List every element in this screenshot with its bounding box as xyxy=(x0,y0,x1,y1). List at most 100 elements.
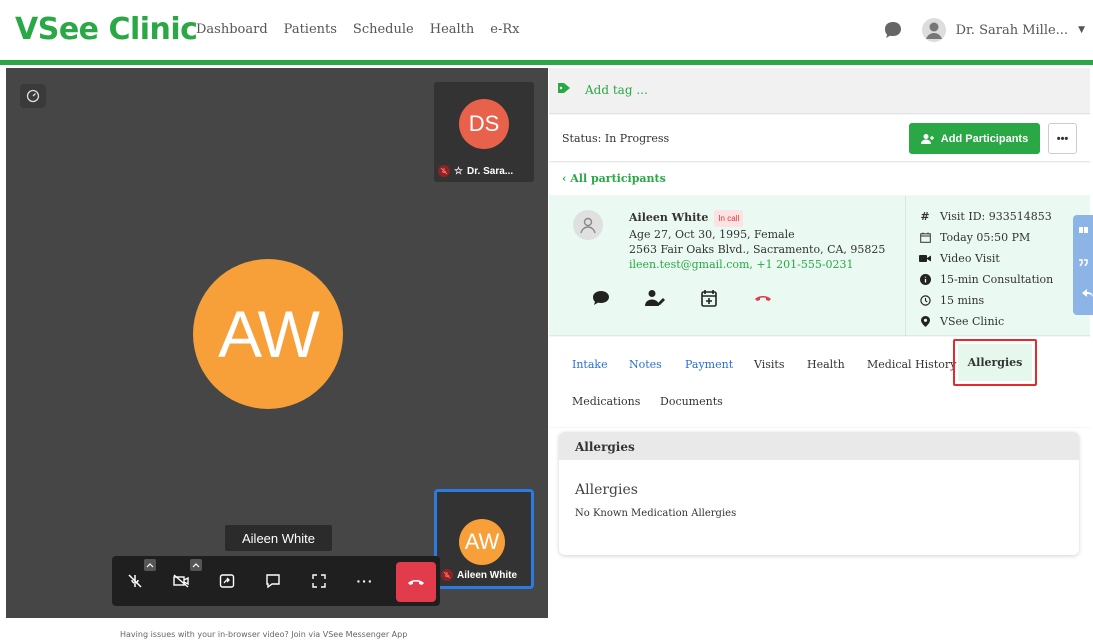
patient-card: Aileen White In call Age 27, Oct 30, 1995… xyxy=(549,196,1090,336)
nav-health[interactable]: Health xyxy=(430,22,475,37)
call-controls: ··· xyxy=(112,556,440,606)
visit-consult: 15-min Consultation xyxy=(940,273,1054,286)
patient-contact[interactable]: ileen.test@gmail.com, +1 201-555-0231 xyxy=(629,257,885,272)
book-icon xyxy=(1079,227,1088,233)
end-call-button[interactable] xyxy=(396,562,436,602)
participant-tooltip: Aileen White xyxy=(225,525,332,551)
reply-icon xyxy=(1082,289,1093,297)
video-camera-icon xyxy=(919,254,931,263)
patient-avatar-icon xyxy=(573,210,603,240)
more-options-button[interactable]: ··· xyxy=(342,556,388,606)
mic-muted-icon xyxy=(438,165,450,177)
participant-tile-doctor[interactable]: DS ☆ Dr. Sara... xyxy=(434,82,534,182)
tag-icon xyxy=(557,82,571,94)
floating-side-toolbar[interactable] xyxy=(1073,215,1093,315)
mic-muted-icon xyxy=(441,569,453,581)
star-icon[interactable]: ☆ xyxy=(454,166,463,177)
visit-type: Video Visit xyxy=(940,252,1000,265)
message-patient-icon[interactable] xyxy=(589,286,613,310)
tab-visits[interactable]: Visits xyxy=(754,358,785,371)
tab-documents[interactable]: Documents xyxy=(660,395,723,408)
user-name[interactable]: Dr. Sarah Mille... xyxy=(956,23,1068,38)
network-speed-icon[interactable] xyxy=(20,84,46,108)
doctor-tile-name: Dr. Sara... xyxy=(466,165,514,177)
mute-mic-button[interactable] xyxy=(112,556,158,606)
patient-tile-label: Aileen White xyxy=(441,567,517,583)
nav-dashboard[interactable]: Dashboard xyxy=(196,22,268,37)
participant-tile-patient[interactable]: AW Aileen White xyxy=(434,489,534,589)
camera-off-icon xyxy=(173,574,189,588)
browser-video-help-text[interactable]: Having issues with your in-browser video… xyxy=(120,630,407,639)
visit-time: Today 05:50 PM xyxy=(940,231,1031,244)
ellipsis-icon: ··· xyxy=(356,573,374,589)
doctor-avatar: DS xyxy=(459,99,509,149)
caret-down-icon[interactable]: ▼ xyxy=(1078,25,1085,35)
video-area: DS ☆ Dr. Sara... AW Aileen White AW Aile… xyxy=(6,68,548,618)
tab-allergies-label: Allergies xyxy=(958,344,1032,381)
screen-share-icon xyxy=(219,574,235,588)
allergies-card-header: Allergies xyxy=(559,432,1079,460)
location-pin-icon xyxy=(919,316,931,327)
tab-notes[interactable]: Notes xyxy=(629,358,662,371)
calendar-add-icon[interactable] xyxy=(697,286,721,310)
mic-off-icon xyxy=(128,574,142,588)
main-participant-avatar: AW xyxy=(193,259,343,409)
more-actions-button[interactable]: ••• xyxy=(1048,123,1077,154)
visit-clinic: VSee Clinic xyxy=(940,315,1005,328)
patient-actions xyxy=(589,286,775,310)
tab-intake[interactable]: Intake xyxy=(572,358,608,371)
patient-address: 2563 Fair Oaks Blvd., Sacramento, CA, 95… xyxy=(629,243,886,256)
end-patient-call-icon[interactable] xyxy=(751,286,775,310)
fullscreen-icon xyxy=(312,574,326,588)
allergies-section: Allergies Allergies No Known Medication … xyxy=(549,428,1090,644)
tag-bar: Add tag ... xyxy=(549,68,1090,114)
user-area: Dr. Sarah Mille... ▼ xyxy=(882,18,1085,42)
allergies-card-text: No Known Medication Allergies xyxy=(575,508,737,519)
visit-panel: Add tag ... Status: In Progress Add Part… xyxy=(549,68,1090,644)
share-screen-button[interactable] xyxy=(204,556,250,606)
app-logo[interactable]: VSee Clinic xyxy=(15,12,198,47)
tab-payment[interactable]: Payment xyxy=(685,358,733,371)
add-tag-link[interactable]: Add tag ... xyxy=(585,83,648,97)
allergies-card-title: Allergies xyxy=(575,482,638,498)
chat-icon[interactable] xyxy=(882,19,904,41)
patient-age-line: Age 27, Oct 30, 1995, Female xyxy=(629,228,795,241)
add-participants-label: Add Participants xyxy=(940,132,1029,145)
tab-medical-history[interactable]: Medical History xyxy=(867,358,956,371)
add-user-icon xyxy=(920,133,934,144)
nav-patients[interactable]: Patients xyxy=(284,22,337,37)
clock-icon xyxy=(919,295,931,306)
brand-divider xyxy=(0,60,1093,65)
chat-bubble-icon xyxy=(266,574,280,589)
quote-icon xyxy=(1079,259,1088,267)
patient-name[interactable]: Aileen White xyxy=(629,211,708,224)
add-participants-button[interactable]: Add Participants xyxy=(909,123,1040,154)
user-avatar-icon[interactable] xyxy=(921,18,946,42)
patient-visit-divider xyxy=(905,196,906,336)
patient-info: Aileen White In call Age 27, Oct 30, 1995… xyxy=(629,210,885,272)
chat-button[interactable] xyxy=(250,556,296,606)
nav-erx[interactable]: e-Rx xyxy=(490,22,519,37)
main-nav: Dashboard Patients Schedule Health e-Rx xyxy=(196,22,536,37)
allergies-card: Allergies Allergies No Known Medication … xyxy=(559,432,1079,555)
fullscreen-button[interactable] xyxy=(296,556,342,606)
all-participants-link[interactable]: ‹ All participants xyxy=(562,172,666,185)
camera-toggle-button[interactable] xyxy=(158,556,204,606)
patient-avatar: AW xyxy=(459,519,505,565)
nav-schedule[interactable]: Schedule xyxy=(353,22,414,37)
visit-details: # Visit ID: 933514853 Today 05:50 PM Vide… xyxy=(919,206,1053,332)
tab-health[interactable]: Health xyxy=(807,358,845,371)
tab-allergies[interactable]: Allergies xyxy=(953,339,1037,386)
tab-medications[interactable]: Medications xyxy=(572,395,640,408)
camera-options-caret-icon[interactable] xyxy=(190,559,202,571)
mic-options-caret-icon[interactable] xyxy=(144,559,156,571)
info-icon xyxy=(919,274,931,285)
in-call-badge: In call xyxy=(714,210,744,227)
visit-status: Status: In Progress xyxy=(562,132,670,145)
visit-duration: 15 mins xyxy=(940,294,985,307)
patient-tile-name: Aileen White xyxy=(457,569,518,581)
calendar-icon xyxy=(919,232,931,243)
top-navbar: VSee Clinic Dashboard Patients Schedule … xyxy=(0,0,1093,65)
all-participants-bar: ‹ All participants xyxy=(549,163,1090,195)
edit-user-icon[interactable] xyxy=(643,286,667,310)
